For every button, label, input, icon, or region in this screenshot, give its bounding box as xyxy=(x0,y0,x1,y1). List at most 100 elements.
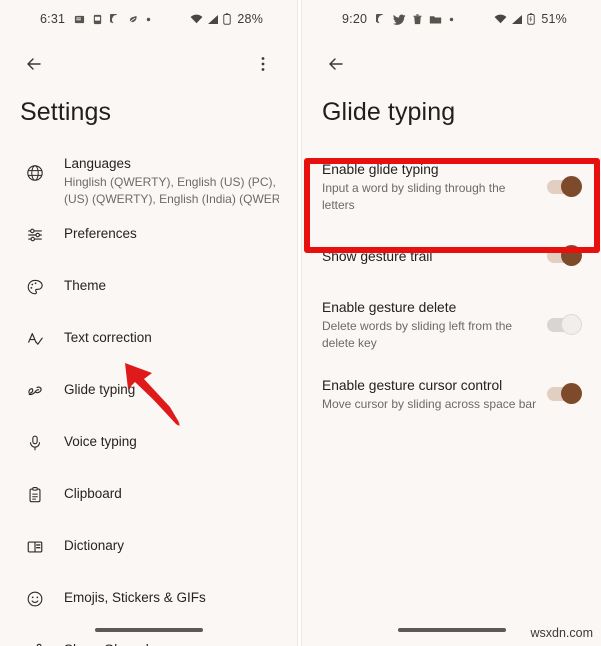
glide-typing-settings-list: Enable glide typing Input a word by slid… xyxy=(302,149,601,425)
setting-label: Enable glide typing xyxy=(322,162,439,177)
item-text: Dictionary xyxy=(50,537,279,555)
item-text: Clipboard xyxy=(50,485,279,503)
sidebar-item-clipboard[interactable]: Clipboard xyxy=(0,476,297,528)
setting-text: Enable gesture cursor control Move curso… xyxy=(322,376,547,413)
watermark: wsxdn.com xyxy=(530,626,593,640)
setting-text: Enable gesture delete Delete words by sl… xyxy=(322,298,547,352)
right-phone-panel: 9:20 51% Glide typing Enable glide typin… xyxy=(302,0,601,646)
sidebar-item-label: Text correction xyxy=(64,330,152,345)
sidebar-item-label: Dictionary xyxy=(64,538,125,553)
dictionary-icon xyxy=(20,537,50,556)
sidebar-item-voice-typing[interactable]: Voice typing xyxy=(0,424,297,476)
screenshot-root: 6:31 28% Settings Languages Hinglish (QW… xyxy=(0,0,601,646)
left-nav-pill[interactable] xyxy=(94,628,203,632)
trash-icon xyxy=(413,13,422,25)
status-bar-left-group: 9:20 xyxy=(318,12,454,26)
item-text: Theme xyxy=(50,277,279,295)
toggle-knob xyxy=(561,245,582,266)
globe-icon xyxy=(20,155,50,182)
sliders-icon xyxy=(20,225,50,244)
item-text: Glide typing xyxy=(50,381,279,399)
wifi-icon xyxy=(190,14,203,25)
sidebar-item-dictionary[interactable]: Dictionary xyxy=(0,528,297,580)
microphone-icon xyxy=(20,433,50,452)
signal-icon xyxy=(511,14,523,25)
toggle-knob xyxy=(561,314,582,335)
sidebar-item-theme[interactable]: Theme xyxy=(0,268,297,320)
languages-summary-line1: Hinglish (QWERTY), English (US) (PC), En… xyxy=(64,175,279,189)
clipboard-icon xyxy=(20,485,50,504)
back-arrow-icon[interactable] xyxy=(322,50,350,78)
leaf-icon xyxy=(127,14,139,25)
sidebar-item-preferences[interactable]: Preferences xyxy=(0,216,297,268)
setting-enable-glide-typing[interactable]: Enable glide typing Input a word by slid… xyxy=(302,149,601,225)
moon-icon xyxy=(376,13,386,25)
settings-list: Languages Hinglish (QWERTY), English (US… xyxy=(0,149,297,646)
more-vert-icon[interactable] xyxy=(249,50,277,78)
page-title: Settings xyxy=(20,98,112,126)
left-phone-panel: 6:31 28% Settings Languages Hinglish (QW… xyxy=(0,0,298,646)
battery-icon xyxy=(223,13,232,25)
setting-label: Enable gesture delete xyxy=(322,300,457,315)
setting-label: Show gesture trail xyxy=(322,248,433,264)
back-arrow-icon[interactable] xyxy=(20,50,48,78)
setting-description: Input a word by sliding through the lett… xyxy=(322,181,506,212)
toggle-show-gesture-trail[interactable] xyxy=(547,245,582,266)
sidebar-item-text-correction[interactable]: Text correction xyxy=(0,320,297,372)
item-text: Share Gboard xyxy=(50,641,279,646)
status-bar-right-group: 51% xyxy=(494,12,585,26)
sidebar-item-label: Share Gboard xyxy=(64,641,279,646)
toggle-knob xyxy=(561,383,582,404)
toggle-enable-gesture-delete[interactable] xyxy=(547,314,582,335)
right-status-bar: 9:20 51% xyxy=(302,0,601,38)
sidebar-item-languages[interactable]: Languages Hinglish (QWERTY), English (US… xyxy=(0,149,297,216)
signal-icon xyxy=(207,14,219,25)
setting-enable-gesture-delete[interactable]: Enable gesture delete Delete words by sl… xyxy=(302,287,601,363)
setting-description: Delete words by sliding left from the de… xyxy=(322,319,513,350)
item-text: Text correction xyxy=(50,329,279,347)
emoji-icon xyxy=(20,589,50,608)
sidebar-item-label: Glide typing xyxy=(64,382,136,397)
phone-icon xyxy=(92,14,103,25)
setting-text: Show gesture trail xyxy=(322,247,547,266)
languages-summary-line2: (US) (QWERTY), English (India) (QWERTY),… xyxy=(64,192,280,206)
left-toolbar xyxy=(0,38,297,90)
setting-label: Enable gesture cursor control xyxy=(322,377,503,393)
page-title: Glide typing xyxy=(322,98,456,126)
dot-icon xyxy=(449,17,454,22)
palette-icon xyxy=(20,277,50,296)
toggle-enable-gesture-cursor-control[interactable] xyxy=(547,383,582,404)
sidebar-item-label: Clipboard xyxy=(64,486,122,501)
sidebar-item-label: Emojis, Stickers & GIFs xyxy=(64,590,206,605)
setting-enable-gesture-cursor-control[interactable]: Enable gesture cursor control Move curso… xyxy=(302,363,601,425)
setting-text: Enable glide typing Input a word by slid… xyxy=(322,160,547,214)
setting-show-gesture-trail[interactable]: Show gesture trail xyxy=(302,225,601,287)
item-text: Emojis, Stickers & GIFs xyxy=(50,589,279,607)
setting-description: Move cursor by sliding across space bar xyxy=(322,396,537,411)
wifi-icon xyxy=(494,14,507,25)
moon-icon xyxy=(110,13,120,25)
status-bar-right-group: 28% xyxy=(190,12,281,26)
sidebar-item-label: Preferences xyxy=(64,226,137,241)
folder-icon xyxy=(429,14,442,25)
battery-icon xyxy=(527,13,536,25)
item-text: Preferences xyxy=(50,225,279,243)
sidebar-item-label: Languages xyxy=(64,156,131,171)
status-bar-clock: 9:20 xyxy=(342,12,368,26)
toggle-enable-glide-typing[interactable] xyxy=(547,176,582,197)
sidebar-item-share-gboard[interactable]: Share Gboard xyxy=(0,632,297,646)
news-icon xyxy=(74,14,85,25)
sidebar-item-label: Voice typing xyxy=(64,434,137,449)
sidebar-item-emojis-stickers-gifs[interactable]: Emojis, Stickers & GIFs xyxy=(0,580,297,632)
dot-icon xyxy=(146,17,151,22)
right-nav-pill[interactable] xyxy=(397,628,506,632)
toggle-knob xyxy=(561,176,582,197)
sidebar-item-glide-typing[interactable]: Glide typing xyxy=(0,372,297,424)
twitter-icon xyxy=(393,14,406,25)
item-text: Languages Hinglish (QWERTY), English (US… xyxy=(50,155,279,207)
status-bar-clock: 6:31 xyxy=(40,12,66,26)
left-status-bar: 6:31 28% xyxy=(0,0,297,38)
share-icon xyxy=(20,641,50,646)
spellcheck-icon xyxy=(20,329,50,348)
status-bar-left-group: 6:31 xyxy=(16,12,151,26)
